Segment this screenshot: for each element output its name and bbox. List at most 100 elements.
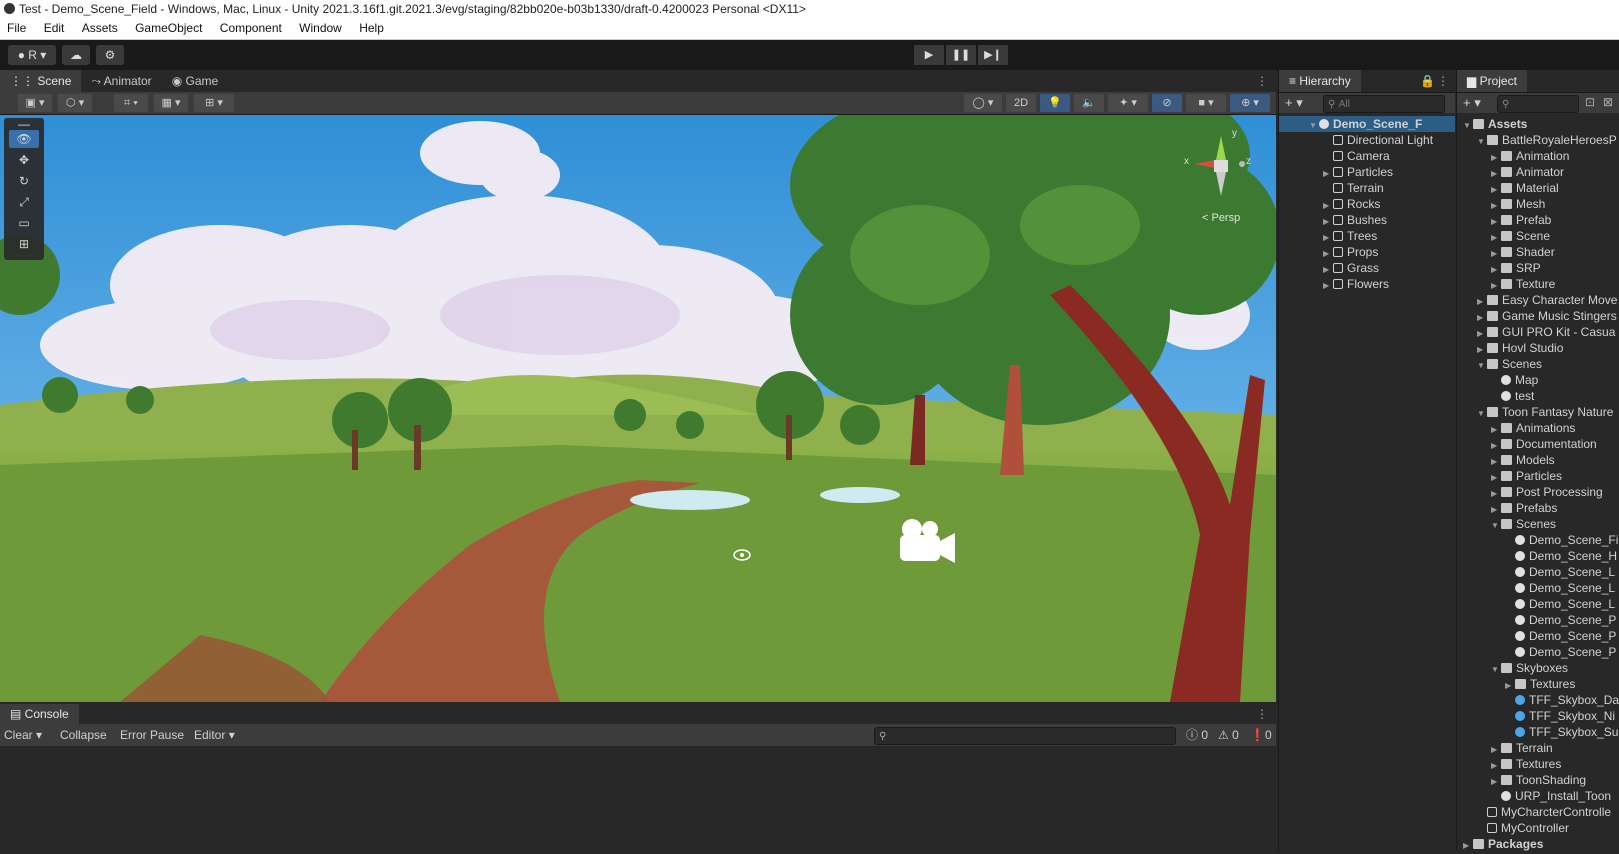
tab-hierarchy[interactable]: ≡ Hierarchy (1279, 70, 1361, 92)
audio-toggle[interactable]: 🔈 (1074, 94, 1104, 112)
hierarchy-item[interactable]: ▶ Particles (1279, 164, 1393, 180)
project-item[interactable]: ▶ Texture (1457, 276, 1555, 292)
project-item[interactable]: TFF_Skybox_Su (1457, 724, 1618, 740)
step-button[interactable]: ▶❙ (978, 45, 1008, 65)
clear-button[interactable]: Clear ▾ (0, 726, 46, 744)
account-button[interactable]: ● R ▾ (8, 45, 56, 65)
hierarchy-item[interactable]: ▶ Flowers (1279, 276, 1389, 292)
project-item[interactable]: ▶ Packages (1457, 836, 1543, 852)
menu-window[interactable]: Window (299, 18, 342, 39)
gizmo-persp-label[interactable]: < Persp (1202, 212, 1240, 224)
project-item[interactable]: ▶ Textures (1457, 676, 1575, 692)
project-search-input[interactable]: ⚲ (1497, 95, 1579, 113)
project-item[interactable]: ▶ Post Processing (1457, 484, 1603, 500)
camera-button[interactable]: ■ ▾ (1186, 94, 1226, 112)
project-item[interactable]: Demo_Scene_L (1457, 580, 1615, 596)
project-item[interactable]: ▶ Prefabs (1457, 500, 1557, 516)
console-log-area[interactable] (0, 746, 1276, 851)
hierarchy-search-input[interactable]: ⚲ All (1323, 95, 1445, 113)
menu-component[interactable]: Component (220, 18, 282, 39)
project-item[interactable]: ▶ SRP (1457, 260, 1541, 276)
project-item[interactable]: Demo_Scene_H (1457, 548, 1617, 564)
error-pause-button[interactable]: Error Pause (116, 726, 188, 744)
tab-scene[interactable]: ⋮⋮ Scene (0, 70, 82, 92)
hierarchy-item[interactable]: ▶ Grass (1279, 260, 1379, 276)
label-filter-icon[interactable]: ⊠ (1603, 95, 1613, 109)
orientation-gizmo[interactable]: x y z < Persp (1184, 128, 1256, 228)
project-item[interactable]: ▶ Prefab (1457, 212, 1551, 228)
view-tool-button[interactable]: 👁 (9, 130, 39, 148)
hierarchy-scene-row[interactable]: ▼ Demo_Scene_F (1279, 116, 1455, 132)
lock-icon[interactable]: 🔒 (1420, 70, 1435, 92)
project-item[interactable]: Demo_Scene_L (1457, 596, 1615, 612)
menu-gameobject[interactable]: GameObject (135, 18, 202, 39)
project-item[interactable]: MyController (1457, 820, 1569, 836)
project-item[interactable]: ▼ BattleRoyaleHeroesP (1457, 132, 1617, 148)
hierarchy-item[interactable]: ▶ Bushes (1279, 212, 1387, 228)
tab-console[interactable]: ▤ Console (0, 704, 79, 724)
hierarchy-item[interactable]: Camera (1279, 148, 1390, 164)
hierarchy-item[interactable]: Directional Light (1279, 132, 1433, 148)
project-item[interactable]: Demo_Scene_L (1457, 564, 1615, 580)
console-more-icon[interactable]: ⋮ (1256, 704, 1268, 724)
create-button[interactable]: + ▾ (1285, 95, 1303, 111)
project-item[interactable]: Demo_Scene_P (1457, 628, 1616, 644)
project-item[interactable]: ▼ Scenes (1457, 516, 1556, 532)
project-item[interactable]: ▶ Terrain (1457, 740, 1553, 756)
hierarchy-item[interactable]: ▶ Trees (1279, 228, 1377, 244)
project-item[interactable]: Demo_Scene_P (1457, 644, 1616, 660)
expand-arrow-icon[interactable]: ▶ (1323, 278, 1333, 294)
project-item[interactable]: ▶ Models (1457, 452, 1555, 468)
gizmos-button[interactable]: ⊕ ▾ (1230, 94, 1270, 112)
rotate-tool-button[interactable]: ↻ (9, 172, 39, 190)
project-item[interactable]: Map (1457, 372, 1538, 388)
project-item[interactable]: ▶ ToonShading (1457, 772, 1586, 788)
2d-toggle[interactable]: 2D (1006, 94, 1036, 112)
project-item[interactable]: ▶ Animations (1457, 420, 1575, 436)
project-item[interactable]: URP_Install_Toon (1457, 788, 1611, 804)
editor-dropdown[interactable]: Editor ▾ (190, 726, 239, 744)
transform-tool-button[interactable]: ⊞ (9, 235, 39, 253)
rect-tool-button[interactable]: ▭ (9, 214, 39, 232)
project-item[interactable]: ▶ Animator (1457, 164, 1564, 180)
menu-assets[interactable]: Assets (82, 18, 118, 39)
project-item[interactable]: ▶ Animation (1457, 148, 1569, 164)
hierarchy-more-icon[interactable]: ⋮ (1437, 70, 1449, 92)
project-item[interactable]: TFF_Skybox_Ni (1457, 708, 1615, 724)
effects-button[interactable]: ✦ ▾ (1108, 94, 1148, 112)
project-item[interactable]: TFF_Skybox_Da (1457, 692, 1619, 708)
project-item[interactable]: ▼ Scenes (1457, 356, 1542, 372)
pause-button[interactable]: ❚❚ (946, 45, 976, 65)
project-item[interactable]: ▶ Documentation (1457, 436, 1597, 452)
hierarchy-item[interactable]: ▶ Rocks (1279, 196, 1380, 212)
play-button[interactable]: ▶ (914, 45, 944, 65)
error-count-badge[interactable]: ❗0 (1246, 726, 1276, 744)
hierarchy-item[interactable]: ▶ Props (1279, 244, 1378, 260)
project-item[interactable]: ▶ Game Music Stingers (1457, 308, 1617, 324)
project-item[interactable]: test (1457, 388, 1534, 404)
move-tool-button[interactable]: ✥ (9, 151, 39, 169)
scene-viewport[interactable] (0, 115, 1276, 702)
draw-mode-button[interactable]: ▣ ▾ (18, 94, 52, 112)
snap-button[interactable]: ⊞ ▾ (194, 94, 234, 112)
project-item[interactable]: ▼ Assets (1457, 116, 1527, 132)
warning-count-badge[interactable]: ⚠ 0 (1214, 726, 1243, 744)
lighting-toggle[interactable]: 💡 (1040, 94, 1070, 112)
tab-animator[interactable]: ⤳ Animator (81, 70, 161, 92)
console-search-input[interactable]: ⚲ (874, 727, 1176, 745)
log-count-badge[interactable]: ⓘ 0 (1182, 726, 1212, 744)
project-item[interactable]: ▶ Easy Character Move (1457, 292, 1617, 308)
tab-project[interactable]: ▆ Project (1457, 70, 1527, 92)
project-item[interactable]: ▼ Skyboxes (1457, 660, 1568, 676)
hierarchy-item[interactable]: Terrain (1279, 180, 1384, 196)
cloud-button[interactable]: ☁ (62, 45, 90, 65)
project-item[interactable]: ▶ Textures (1457, 756, 1561, 772)
shading-button[interactable]: ◯ ▾ (964, 94, 1002, 112)
expand-arrow-icon[interactable]: ▶ (1463, 838, 1473, 854)
project-create-button[interactable]: + ▾ (1463, 95, 1481, 111)
tab-game[interactable]: ◉ Game (162, 70, 229, 92)
project-item[interactable]: ▶ Scene (1457, 228, 1550, 244)
project-item[interactable]: ▶ Shader (1457, 244, 1555, 260)
grid-button[interactable]: ▦ ▾ (154, 94, 188, 112)
project-item[interactable]: ▶ Material (1457, 180, 1559, 196)
